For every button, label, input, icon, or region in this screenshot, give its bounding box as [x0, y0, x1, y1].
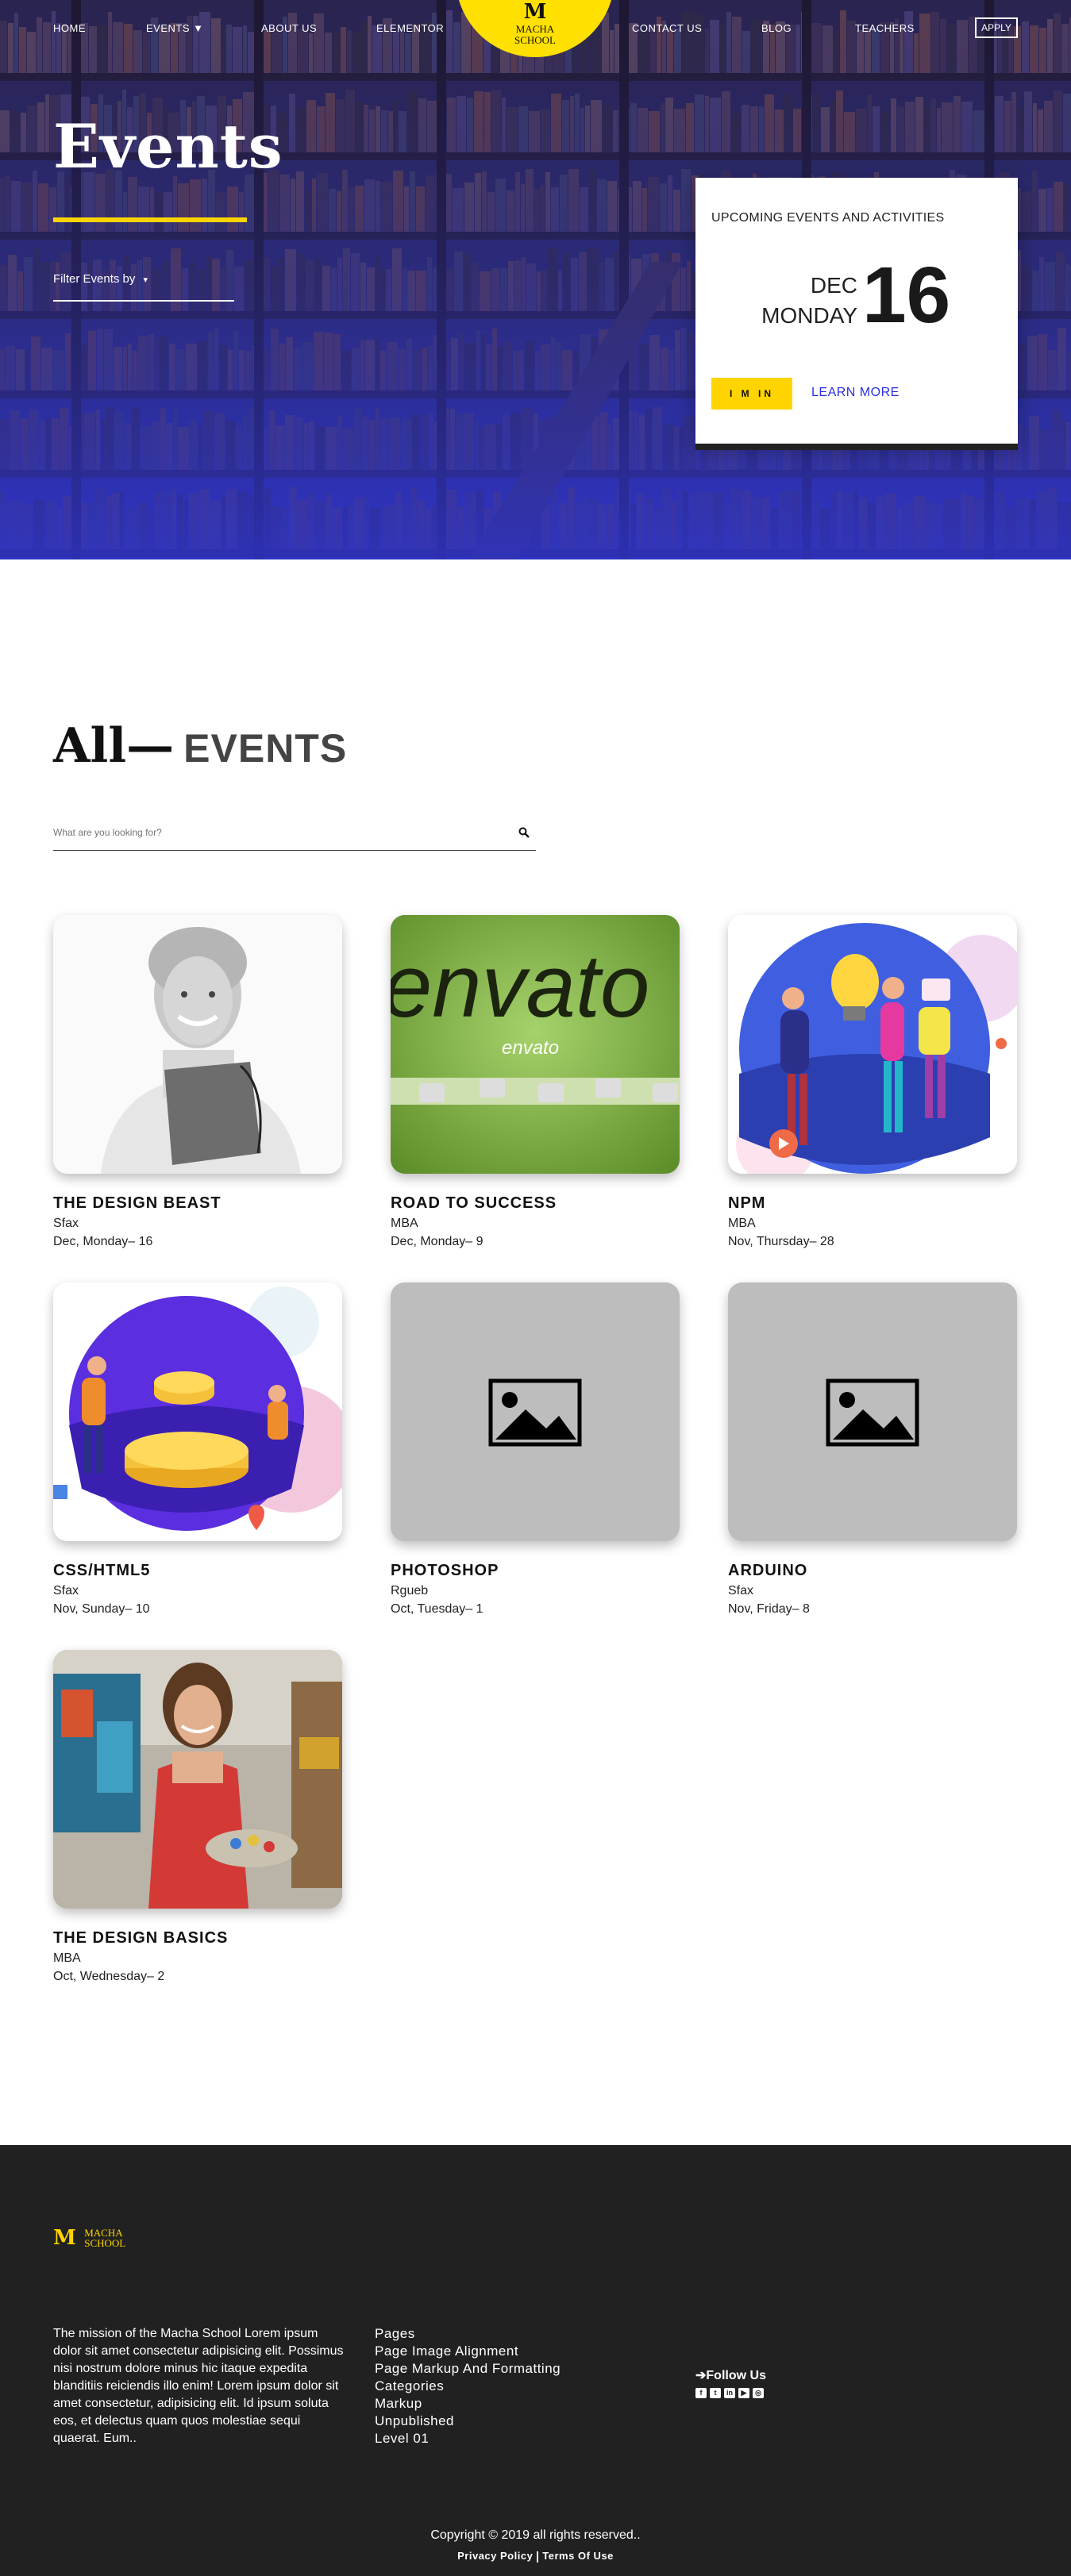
event-date: Dec, Monday– 9	[391, 1235, 483, 1248]
event-card[interactable]: THE DESIGN BASICS MBA Oct, Wednesday– 2	[53, 1650, 342, 1984]
terms-of-use-link[interactable]: Terms Of Use	[542, 2550, 614, 2562]
facebook-icon[interactable]: f	[695, 2388, 707, 2398]
event-location: MBA	[53, 1951, 81, 1965]
nav-elementor[interactable]: ELEMENTOR	[376, 22, 444, 34]
school-logo[interactable]: M MACHA SCHOOL	[456, 0, 614, 57]
image-placeholder-icon	[488, 1378, 582, 1447]
logo-text: MACHA SCHOOL	[514, 23, 556, 46]
filter-underline	[53, 300, 234, 302]
event-location: Sfax	[53, 1584, 79, 1598]
event-image-painter-photo[interactable]	[53, 1650, 342, 1909]
event-card[interactable]: envato envato ROAD TO SUCCESS MBA Dec, M…	[391, 915, 680, 1249]
event-image-placeholder[interactable]	[391, 1282, 680, 1541]
event-search	[53, 821, 536, 851]
upcoming-weekday: MONDAY	[761, 303, 857, 328]
event-date: Nov, Friday– 8	[728, 1602, 810, 1616]
event-title[interactable]: PHOTOSHOP	[391, 1562, 680, 1580]
event-title[interactable]: ROAD TO SUCCESS	[391, 1194, 680, 1213]
logo-letter: M	[523, 0, 547, 24]
filter-events-dropdown[interactable]: Filter Events by ▾	[53, 272, 148, 286]
apply-button[interactable]: APPLY	[975, 17, 1018, 38]
footer-link-image-alignment[interactable]: Page Image Alignment	[375, 2343, 561, 2360]
filter-label: Filter Events by	[53, 272, 136, 286]
upcoming-day-number: 16	[862, 251, 951, 340]
footer-link-level-01[interactable]: Level 01	[375, 2430, 561, 2447]
mission-text: The mission of the Macha School Lorem ip…	[53, 2327, 344, 2445]
footer-link-markup-formatting[interactable]: Page Markup And Formatting	[375, 2360, 561, 2378]
event-card[interactable]: NPM MBA Nov, Thursday– 28	[728, 915, 1017, 1249]
event-title[interactable]: NPM	[728, 1194, 1017, 1213]
nav-contact-us[interactable]: CONTACT US	[632, 22, 702, 34]
event-title[interactable]: ARDUINO	[728, 1562, 1017, 1580]
event-image-envato[interactable]: envato envato	[391, 915, 680, 1174]
top-navigation: HOME EVENTS ▼ ABOUT US ELEMENTOR M MACHA…	[0, 0, 1071, 57]
youtube-icon[interactable]: ▶	[738, 2388, 749, 2398]
event-card[interactable]: THE DESIGN BEAST Sfax Dec, Monday– 16	[53, 915, 342, 1249]
site-footer: M MACHA SCHOOL The mission of the Macha S…	[0, 2145, 1071, 2576]
footer-logo[interactable]: M MACHA SCHOOL	[53, 2226, 125, 2250]
footer-link-pages[interactable]: Pages	[375, 2325, 561, 2343]
event-card[interactable]: ARDUINO Sfax Nov, Friday– 8	[728, 1282, 1017, 1617]
event-location: Sfax	[53, 1217, 79, 1230]
footer-link-categories[interactable]: Categories	[375, 2378, 561, 2395]
envato-wordmark: envato	[391, 936, 649, 1036]
event-location: MBA	[391, 1217, 418, 1230]
upcoming-event-card: UPCOMING EVENTS AND ACTIVITIES DEC MONDA…	[695, 178, 1018, 444]
envato-small-wordmark: envato	[502, 1037, 559, 1059]
event-location: Sfax	[728, 1584, 754, 1598]
event-image-placeholder[interactable]	[728, 1282, 1017, 1541]
copyright-text: Copyright © 2019 all rights reserved..	[430, 2528, 641, 2542]
all-events-heading: All— EVENTS	[53, 718, 348, 774]
search-input[interactable]	[53, 827, 498, 838]
social-links: f t in ▶ ◎	[695, 2388, 764, 2398]
event-image-woman-portrait[interactable]	[53, 915, 342, 1174]
upcoming-month: DEC	[810, 273, 857, 298]
event-date: Oct, Tuesday– 1	[391, 1602, 483, 1616]
nav-blog[interactable]: BLOG	[761, 22, 792, 34]
caret-down-icon: ▾	[143, 275, 148, 285]
learn-more-link[interactable]: LEARN MORE	[811, 386, 900, 400]
event-card[interactable]: PHOTOSHOP Rgueb Oct, Tuesday– 1	[391, 1282, 680, 1617]
image-placeholder-icon	[826, 1378, 919, 1447]
instagram-icon[interactable]: ◎	[753, 2388, 764, 2398]
title-underline	[53, 217, 247, 222]
event-image-team-illustration[interactable]	[728, 915, 1017, 1174]
search-icon[interactable]	[518, 827, 530, 838]
privacy-policy-link[interactable]: Privacy Policy	[457, 2550, 533, 2562]
page-title: Events	[53, 111, 283, 182]
arrow-right-icon: ➔	[695, 2369, 707, 2382]
event-title[interactable]: THE DESIGN BEAST	[53, 1194, 342, 1213]
linkedin-icon[interactable]: in	[724, 2388, 735, 2398]
nav-events[interactable]: EVENTS ▼	[146, 22, 204, 34]
twitter-icon[interactable]: t	[710, 2388, 721, 2398]
event-date: Dec, Monday– 16	[53, 1235, 153, 1248]
hero-section: HOME EVENTS ▼ ABOUT US ELEMENTOR M MACHA…	[0, 0, 1071, 559]
divider	[537, 2551, 539, 2563]
nav-teachers[interactable]: TEACHERS	[855, 22, 915, 34]
event-location: Rgueb	[391, 1584, 429, 1598]
footer-links: Pages Page Image Alignment Page Markup A…	[375, 2325, 561, 2447]
event-image-coins-illustration[interactable]	[53, 1282, 342, 1541]
follow-us-heading: ➔Follow Us	[695, 2369, 766, 2382]
nav-home[interactable]: HOME	[53, 22, 86, 34]
nav-about-us[interactable]: ABOUT US	[261, 22, 317, 34]
event-title[interactable]: THE DESIGN BASICS	[53, 1929, 342, 1947]
event-date: Nov, Sunday– 10	[53, 1602, 150, 1616]
event-date: Nov, Thursday– 28	[728, 1235, 834, 1248]
im-in-button[interactable]: I M IN	[711, 378, 792, 409]
footer-link-markup[interactable]: Markup	[375, 2395, 561, 2413]
event-title[interactable]: CSS/HTML5	[53, 1562, 342, 1580]
legal-links: Privacy Policy Terms Of Use	[0, 2550, 1071, 2563]
footer-link-unpublished[interactable]: Unpublished	[375, 2413, 561, 2430]
event-card[interactable]: CSS/HTML5 Sfax Nov, Sunday– 10	[53, 1282, 342, 1617]
event-date: Oct, Wednesday– 2	[53, 1970, 165, 1983]
upcoming-heading: UPCOMING EVENTS AND ACTIVITIES	[711, 211, 945, 225]
event-location: MBA	[728, 1217, 756, 1230]
